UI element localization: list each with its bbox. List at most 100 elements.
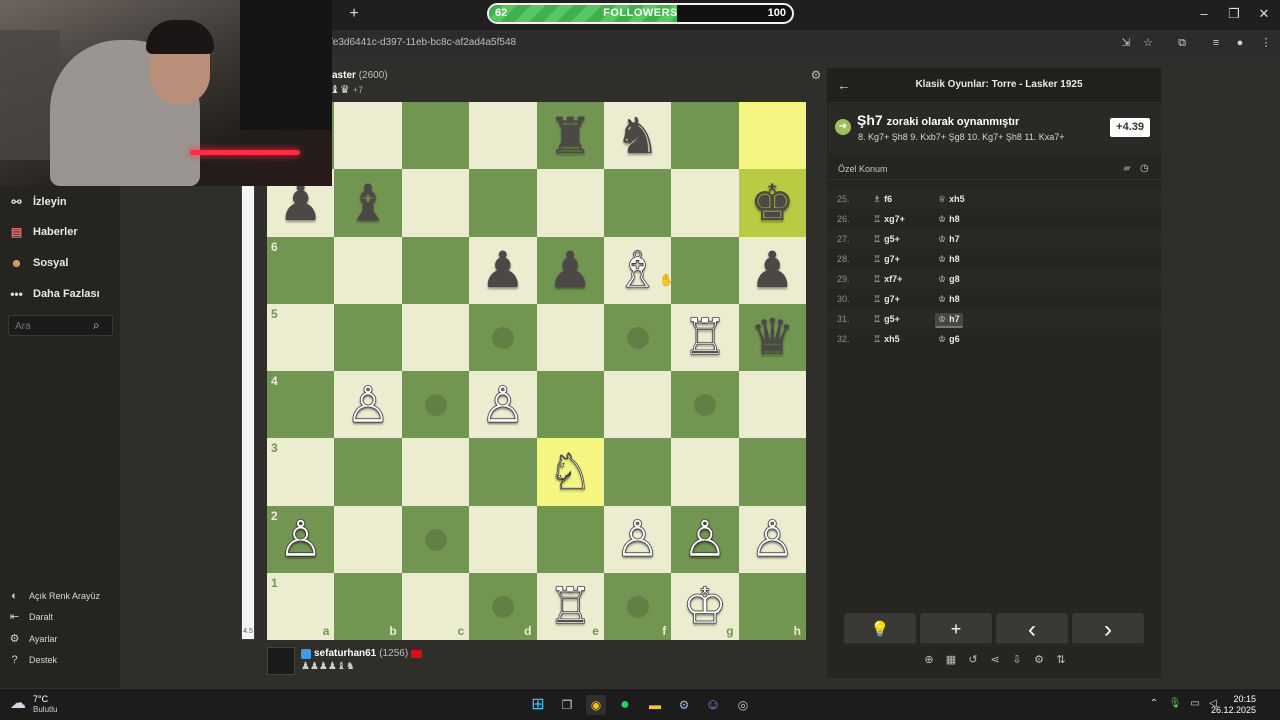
square-f5[interactable] xyxy=(603,303,672,372)
white-move[interactable]: ♖ g7+ xyxy=(870,253,903,266)
url-text[interactable]: /e3d6441c-d397-11eb-bc8c-af2ad4a5f548 xyxy=(330,37,516,48)
square-c2[interactable] xyxy=(401,505,470,573)
square-c8[interactable] xyxy=(401,102,470,170)
square-b7[interactable]: ♝ xyxy=(334,169,402,237)
square-f8[interactable]: ♞ xyxy=(603,102,672,170)
back-arrow-icon[interactable]: ← xyxy=(836,77,852,93)
square-d7[interactable] xyxy=(469,169,537,237)
extensions-icon[interactable]: ⧉ xyxy=(1174,35,1190,51)
square-b6[interactable] xyxy=(334,236,402,304)
square-d4[interactable]: ♙ xyxy=(469,371,537,439)
square-e3[interactable]: ♘ xyxy=(536,438,604,506)
square-h4[interactable] xyxy=(738,371,807,439)
obs-icon[interactable]: ◎ xyxy=(733,695,753,715)
square-h3[interactable] xyxy=(738,438,807,506)
black-piece[interactable]: ♜ xyxy=(537,102,604,169)
white-move[interactable]: ♗ f6 xyxy=(870,193,895,206)
board-settings-gear-icon[interactable]: ⚙ xyxy=(809,68,823,82)
new-tab-button[interactable]: + xyxy=(346,6,362,22)
network-icon[interactable]: ▭ xyxy=(1188,697,1202,711)
bookmark-star-icon[interactable]: ☆ xyxy=(1140,35,1156,51)
square-d8[interactable] xyxy=(469,102,537,170)
black-move[interactable]: ♔ g8 xyxy=(935,273,963,286)
clock[interactable]: 20:15 26.12.2025 xyxy=(1211,694,1256,716)
prev-move-button[interactable]: ‹ xyxy=(996,613,1068,646)
square-b5[interactable] xyxy=(334,303,402,372)
media-control-icon[interactable]: ≡ xyxy=(1208,35,1224,51)
maximize-icon[interactable]: ❐ xyxy=(1226,6,1242,22)
book-icon[interactable]: ▰ xyxy=(1123,163,1135,175)
white-piece[interactable]: ♙ xyxy=(671,506,738,573)
square-e6[interactable]: ♟ xyxy=(536,236,604,304)
black-piece[interactable]: ♟ xyxy=(469,237,536,304)
legal-move-dot[interactable] xyxy=(424,528,447,551)
collapse-button[interactable]: ⇤ Daralt xyxy=(8,609,53,625)
clock-icon[interactable]: ◷ xyxy=(1140,163,1152,175)
legal-move-dot[interactable] xyxy=(626,326,649,349)
square-d3[interactable] xyxy=(469,438,537,506)
tray-chevron-up-icon[interactable]: ⌃ xyxy=(1147,697,1161,711)
install-icon[interactable]: ⇲ xyxy=(1118,35,1134,51)
white-piece[interactable]: ♙ xyxy=(739,506,806,573)
search-input[interactable] xyxy=(15,319,93,333)
microphone-icon[interactable]: 🎙 xyxy=(1168,697,1182,711)
square-b2[interactable] xyxy=(334,505,402,573)
square-g1[interactable]: ♔ g xyxy=(671,572,739,641)
settings-link[interactable]: ⚙ Ayarlar xyxy=(8,631,58,647)
square-h1[interactable]: h xyxy=(738,572,807,641)
white-move[interactable]: ♖ xh5 xyxy=(870,333,903,346)
weather-temp[interactable]: 7°C xyxy=(33,694,48,704)
square-e1[interactable]: ♖ e xyxy=(536,572,604,641)
menu-dots-icon[interactable]: ⋮ xyxy=(1258,35,1274,51)
profile-icon[interactable]: ● xyxy=(1232,35,1248,51)
square-h5[interactable]: ♛ xyxy=(738,303,807,372)
black-piece[interactable]: ♟ xyxy=(537,237,604,304)
square-b3[interactable] xyxy=(334,438,402,506)
square-c7[interactable] xyxy=(401,169,470,237)
black-piece[interactable]: ♛ xyxy=(739,304,806,371)
white-move[interactable]: ♖ xf7+ xyxy=(870,273,905,286)
reset-icon[interactable]: ↺ xyxy=(967,654,979,667)
player-name[interactable]: sefaturhan61 (1256) xyxy=(301,648,423,659)
white-piece[interactable]: ♖ xyxy=(671,304,738,371)
square-c3[interactable] xyxy=(401,438,470,506)
white-piece[interactable]: ♗ xyxy=(604,237,671,304)
flip-board-icon[interactable]: ⇅ xyxy=(1055,654,1067,667)
black-move[interactable]: ♔ h7 xyxy=(935,313,963,328)
square-g8[interactable] xyxy=(671,102,739,170)
white-piece[interactable]: ♘ xyxy=(537,438,604,505)
square-f2[interactable]: ♙ xyxy=(603,505,672,573)
black-piece[interactable]: ♝ xyxy=(334,169,401,236)
legal-move-dot[interactable] xyxy=(626,595,649,618)
square-g7[interactable] xyxy=(671,169,739,237)
windows-start-icon[interactable]: ⊞ xyxy=(528,695,548,715)
minimize-icon[interactable]: – xyxy=(1196,6,1212,22)
next-move-button[interactable]: › xyxy=(1072,613,1144,646)
square-e4[interactable] xyxy=(536,371,604,439)
cloud-icon[interactable]: ☁ xyxy=(10,694,30,714)
square-f4[interactable] xyxy=(603,371,672,439)
black-move[interactable]: ♔ h8 xyxy=(935,213,963,226)
black-move[interactable]: ♔ h8 xyxy=(935,293,963,306)
square-b4[interactable]: ♙ xyxy=(334,371,402,439)
file-explorer-icon[interactable]: ▬ xyxy=(645,695,665,715)
square-h2[interactable]: ♙ xyxy=(738,505,807,573)
black-move[interactable]: ♔ g6 xyxy=(935,333,963,346)
square-a5[interactable]: 5 xyxy=(267,303,335,372)
white-piece[interactable]: ♙ xyxy=(469,371,536,438)
square-f1[interactable]: f xyxy=(603,572,672,641)
light-theme-toggle[interactable]: ◐ Açık Renk Arayüz xyxy=(8,588,100,604)
white-move[interactable]: ♖ g5+ xyxy=(870,233,903,246)
square-d5[interactable] xyxy=(469,303,537,372)
sidebar-item-social[interactable]: ☻ Sosyal xyxy=(8,253,68,273)
add-button[interactable]: + xyxy=(920,613,992,646)
square-a2[interactable]: ♙ 2 xyxy=(267,505,335,573)
avatar[interactable] xyxy=(267,647,295,675)
square-d2[interactable] xyxy=(469,505,537,573)
black-move[interactable]: ♔ h8 xyxy=(935,253,963,266)
weather-desc[interactable]: Bulutlu xyxy=(33,705,57,714)
square-c4[interactable] xyxy=(401,371,470,439)
square-e8[interactable]: ♜ xyxy=(536,102,604,170)
white-move[interactable]: ♖ xg7+ xyxy=(870,213,908,226)
square-b8[interactable] xyxy=(334,102,402,170)
